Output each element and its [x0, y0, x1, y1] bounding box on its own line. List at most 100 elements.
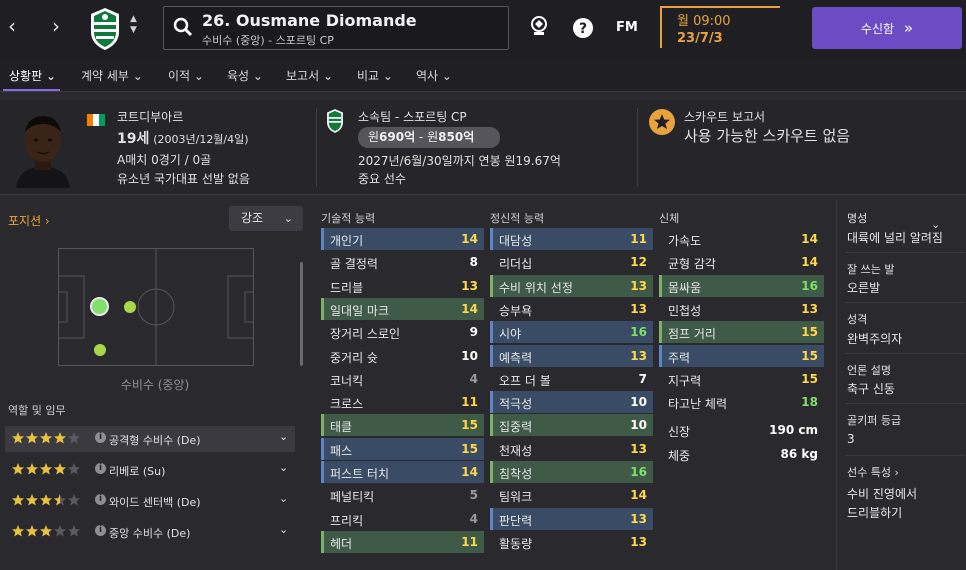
chevron-down-icon[interactable]: ⌄ — [279, 523, 288, 536]
tab-reports[interactable]: 보고서 ⌄ — [286, 67, 333, 84]
attribute-row[interactable]: 개인기 14 — [321, 228, 484, 250]
attribute-row[interactable]: 장거리 스로인 9 — [321, 321, 484, 343]
attribute-row[interactable]: 프리킥 4 — [321, 508, 484, 530]
info-icon[interactable]: i — [95, 463, 106, 474]
attribute-row[interactable]: 예측력 13 — [490, 344, 653, 367]
attribute-row[interactable]: 크로스 11 — [321, 391, 484, 413]
attribute-row[interactable]: 골 결정력 8 — [321, 251, 484, 273]
attribute-row[interactable]: 리더십 12 — [490, 251, 653, 273]
chevron-down-icon[interactable]: ⌄ — [279, 430, 288, 443]
attribute-row[interactable]: 주력 15 — [659, 344, 824, 367]
attribute-row[interactable]: 일대일 마크 14 — [321, 297, 484, 320]
attribute-row[interactable]: 코너킥 4 — [321, 368, 484, 390]
club-crest-icon[interactable] — [88, 6, 122, 52]
tab-history[interactable]: 역사 ⌄ — [416, 67, 452, 84]
attribute-row[interactable]: 태클 15 — [321, 414, 484, 437]
attribute-name: 지구력 — [668, 373, 702, 388]
search-icon[interactable] — [173, 17, 193, 37]
role-stars-rating — [12, 525, 80, 537]
trophy-icon[interactable] — [529, 15, 549, 37]
forward-arrow-icon[interactable]: › — [52, 14, 60, 38]
attribute-name: 점프 거리 — [668, 327, 716, 342]
attribute-row[interactable]: 집중력 10 — [490, 414, 653, 437]
nationality[interactable]: 코트디부아르 — [117, 108, 183, 125]
attribute-row[interactable]: 페널티킥 5 — [321, 484, 484, 506]
tab-development[interactable]: 육성 ⌄ — [227, 67, 263, 84]
attribute-row[interactable]: 신장 190 cm — [659, 419, 824, 441]
attribute-name: 신장 — [668, 425, 691, 440]
attribute-row[interactable]: 타고난 체력 18 — [659, 391, 824, 413]
role-row[interactable]: i 중앙 수비수 (De) ⌄ — [5, 519, 295, 545]
attribute-row[interactable]: 승부욕 13 — [490, 298, 653, 320]
attribute-name: 대담성 — [499, 234, 533, 248]
emphasis-dropdown[interactable]: 강조 ⌄ — [229, 206, 303, 231]
player-avatar — [8, 108, 78, 188]
club-name[interactable]: 소속팀 - 스포르팅 CP — [358, 108, 467, 125]
role-row[interactable]: i 리베로 (Su) ⌄ — [5, 457, 295, 483]
attribute-row[interactable]: 드리블 13 — [321, 275, 484, 297]
back-arrow-icon[interactable]: ‹ — [8, 14, 16, 38]
role-row[interactable]: i 공격형 수비수 (De) ⌄ — [5, 426, 295, 452]
svg-text:?: ? — [579, 21, 587, 37]
info-icon[interactable]: i — [95, 494, 106, 505]
info-icon[interactable]: i — [95, 525, 106, 536]
attribute-row[interactable]: 체중 86 kg — [659, 443, 824, 465]
divider — [637, 108, 638, 186]
attribute-name: 예측력 — [499, 350, 533, 365]
personality-label: 성격 — [847, 313, 868, 326]
attribute-row[interactable]: 천재성 13 — [490, 438, 653, 460]
tab-overview[interactable]: 상황판 ⌄ — [9, 67, 56, 84]
role-row[interactable]: i 와이드 센터백 (De) ⌄ — [5, 488, 295, 514]
attribute-row[interactable]: 지구력 15 — [659, 368, 824, 390]
attribute-row[interactable]: 침착성 16 — [490, 461, 653, 483]
attribute-name: 민첩성 — [668, 303, 702, 318]
help-icon[interactable]: ? — [573, 18, 593, 38]
attribute-row[interactable]: 점프 거리 15 — [659, 321, 824, 344]
inbox-button[interactable]: 수신함 » — [812, 7, 962, 49]
transfer-value-badge: 원690억 - 원850억 — [358, 127, 500, 148]
attribute-row[interactable]: 패스 15 — [321, 437, 484, 460]
roles-scrollbar[interactable] — [300, 262, 303, 366]
player-trait-line1: 수비 진영에서 — [847, 487, 918, 501]
chevron-down-icon: ⌄ — [283, 212, 293, 225]
fm-menu-button[interactable]: FM — [616, 20, 638, 35]
attribute-row[interactable]: 활동량 13 — [490, 531, 653, 553]
attribute-value: 16 — [630, 325, 647, 340]
attribute-row[interactable]: 가속도 14 — [659, 228, 824, 250]
attribute-row[interactable]: 퍼스트 터치 14 — [321, 461, 484, 483]
attribute-name: 일대일 마크 — [330, 303, 390, 318]
player-search-box[interactable]: 26. Ousmane Diomande 수비수 (중앙) - 스포르팅 CP — [163, 6, 509, 50]
double-chevron-icon: » — [903, 19, 914, 37]
club-switch-arrows[interactable]: ▲ ▼ — [130, 14, 137, 36]
value-low: 690억 — [379, 130, 416, 144]
tab-contract[interactable]: 계약 세부 ⌄ — [81, 67, 143, 84]
attribute-row[interactable]: 오프 더 볼 7 — [490, 368, 653, 390]
attribute-row[interactable]: 민첩성 13 — [659, 298, 824, 320]
attribute-row[interactable]: 헤더 11 — [321, 530, 484, 553]
attribute-row[interactable]: 몸싸움 16 — [659, 274, 824, 297]
attribute-value: 18 — [801, 395, 818, 410]
contract-info: 2027년/6월/30일까지 연봉 원19.67억 — [358, 154, 561, 168]
attribute-row[interactable]: 적극성 10 — [490, 391, 653, 414]
attribute-row[interactable]: 대담성 11 — [490, 228, 653, 250]
player-traits-link[interactable]: 선수 특성 › — [847, 464, 899, 480]
tab-compare[interactable]: 비교 ⌄ — [357, 67, 393, 84]
media-description-label: 언론 설명 — [847, 364, 891, 377]
attribute-row[interactable]: 시야 16 — [490, 321, 653, 344]
attribute-row[interactable]: 균형 감각 14 — [659, 251, 824, 273]
attribute-highlight-bar — [490, 391, 493, 414]
attribute-row[interactable]: 수비 위치 선정 13 — [490, 274, 653, 297]
attribute-row[interactable]: 판단력 13 — [490, 507, 653, 530]
attribute-row[interactable]: 팀워크 14 — [490, 484, 653, 506]
game-date[interactable]: 월 09:00 23/7/3 — [660, 6, 780, 48]
tab-transfer[interactable]: 이적 ⌄ — [168, 67, 204, 84]
attribute-row[interactable]: 중거리 슛 10 — [321, 345, 484, 367]
attribute-name: 타고난 체력 — [668, 397, 728, 412]
chevron-down-icon[interactable]: ⌄ — [279, 461, 288, 474]
attribute-value: 16 — [630, 465, 647, 479]
attribute-value: 13 — [630, 348, 647, 363]
info-icon[interactable]: i — [95, 432, 106, 443]
role-stars-rating — [12, 494, 80, 506]
chevron-down-icon[interactable]: ⌄ — [279, 492, 288, 505]
position-link[interactable]: 포지션 › — [8, 212, 50, 229]
